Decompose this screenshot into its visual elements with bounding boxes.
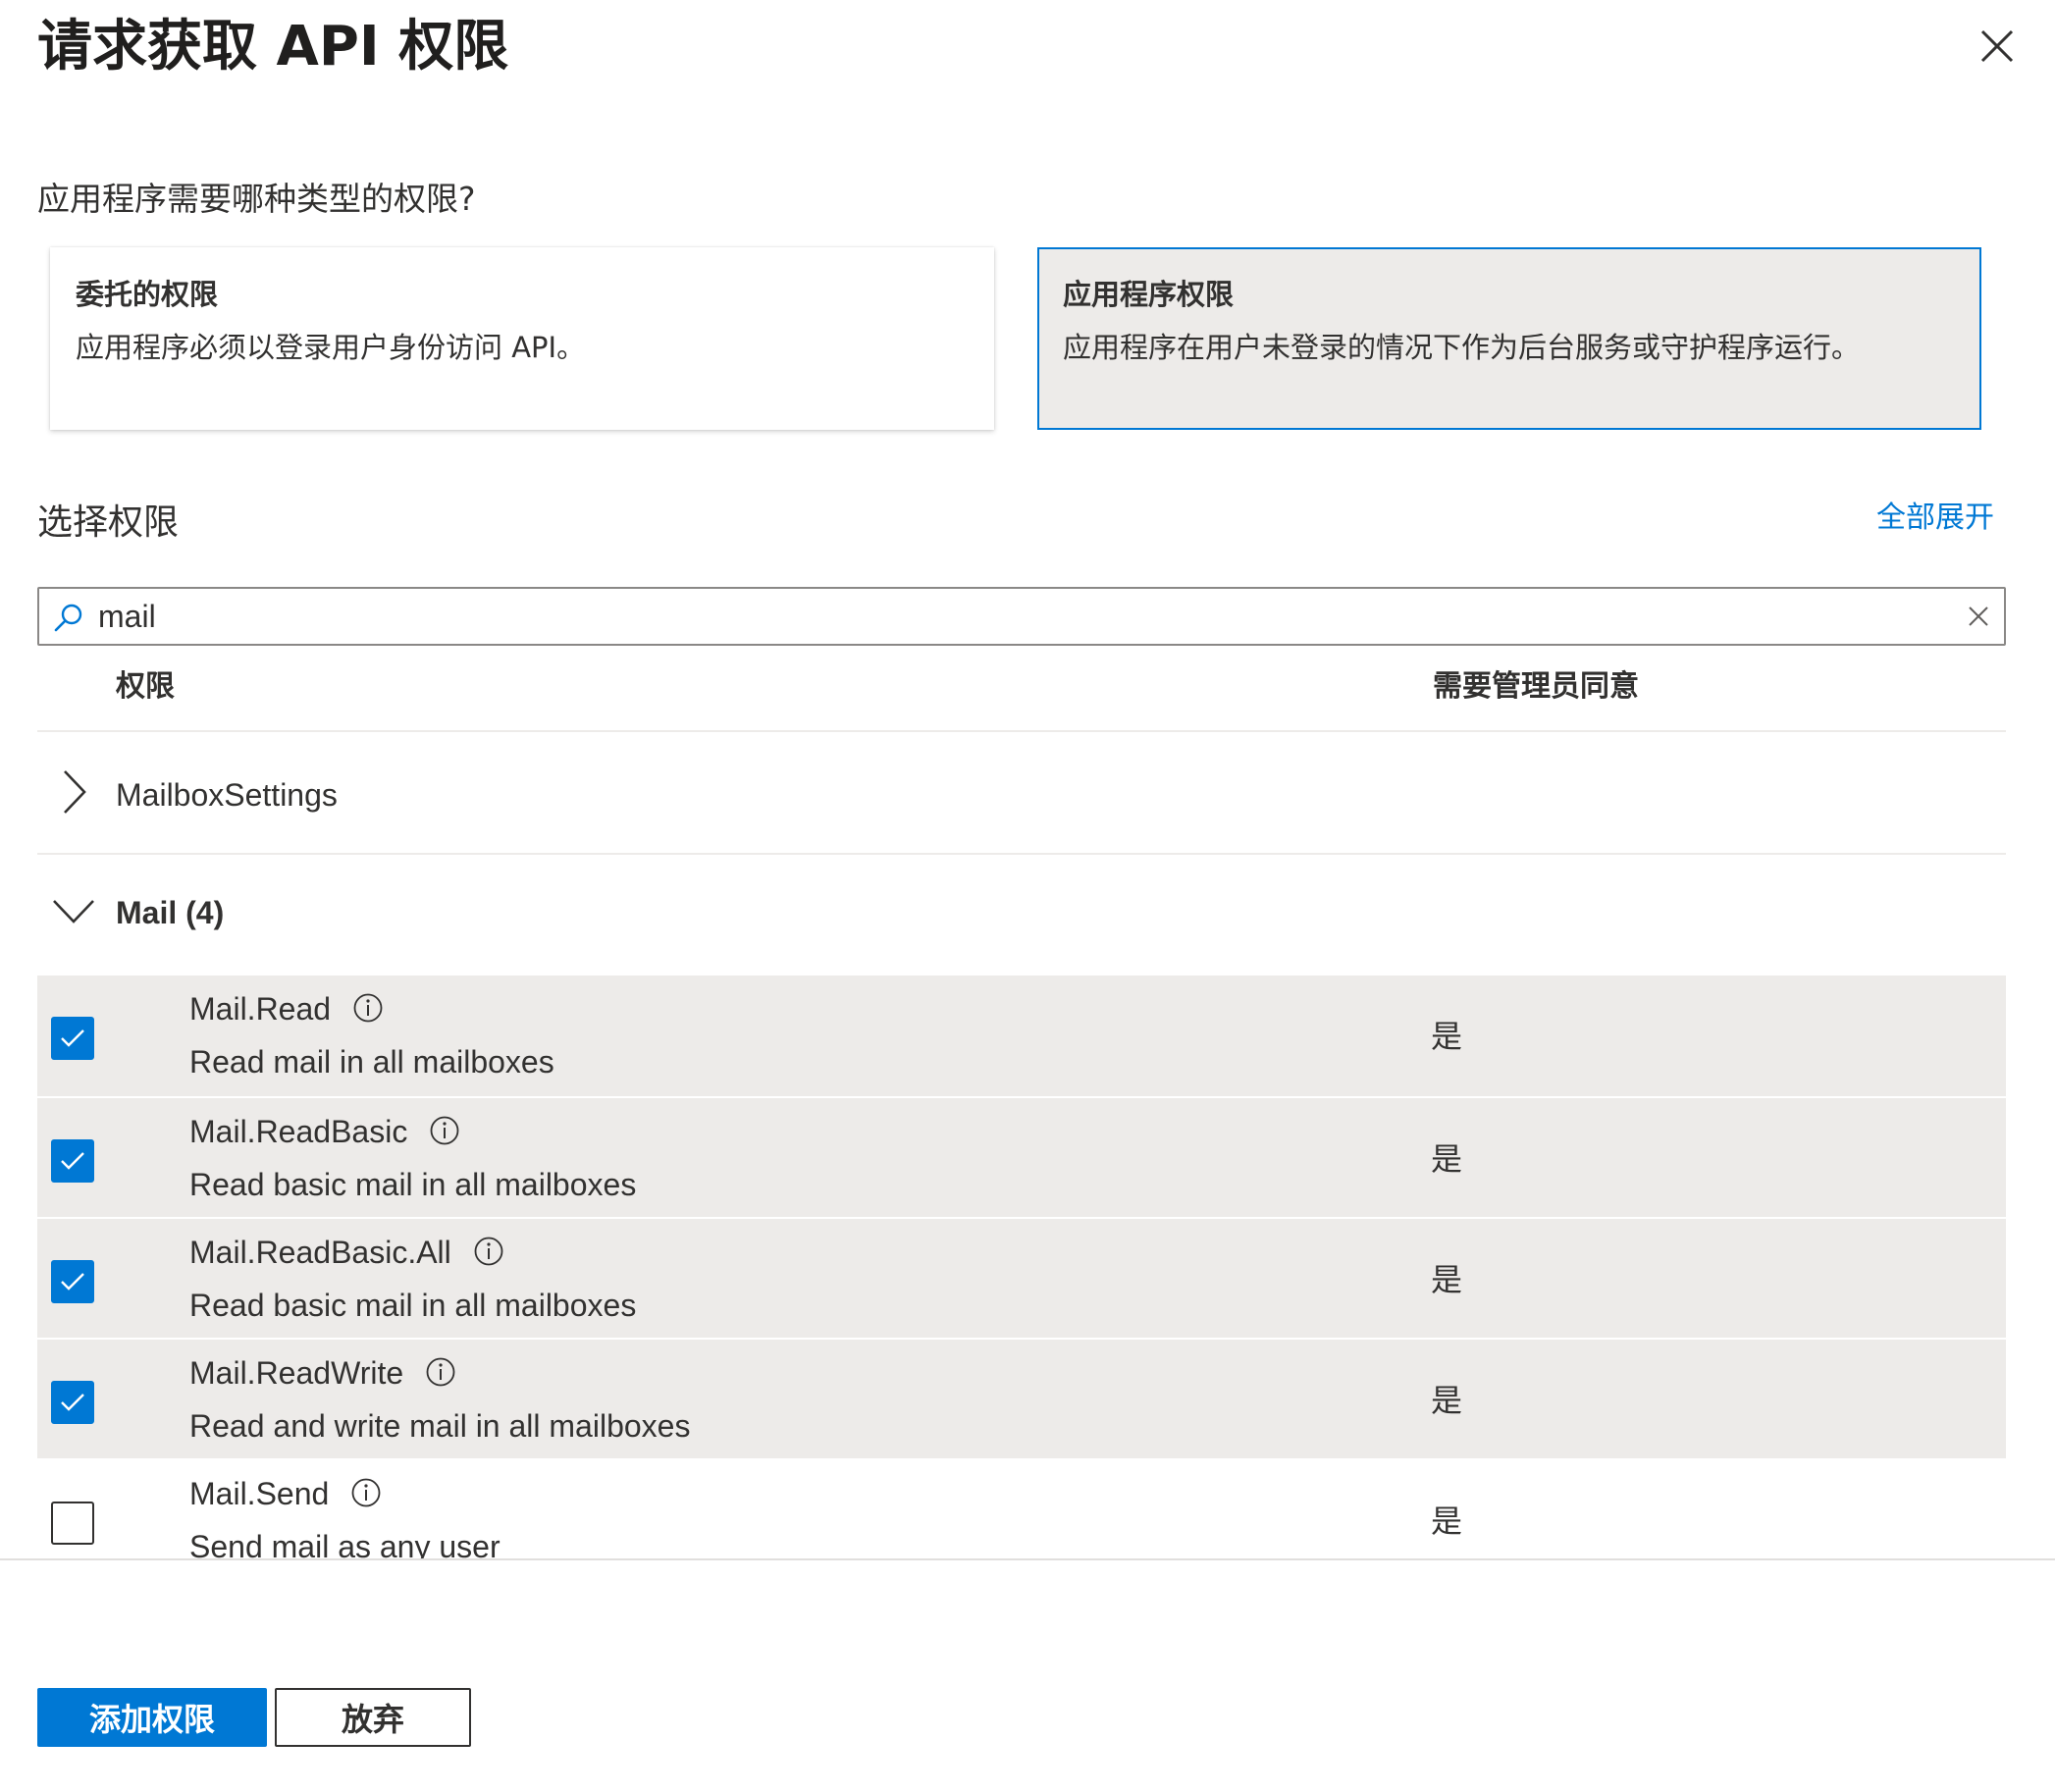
admin-consent-value: 是 xyxy=(1431,1382,1463,1419)
card-description: 应用程序在用户未登录的情况下作为后台服务或守护程序运行。 xyxy=(1063,331,1861,364)
panel-title: 请求获取 API 权限 xyxy=(37,15,509,79)
permission-description: Read and write mail in all mailboxes xyxy=(189,1408,691,1444)
checkmark-icon xyxy=(61,1394,84,1411)
permission-search-box xyxy=(37,587,2006,646)
permission-name: Mail.ReadBasic.All xyxy=(189,1235,451,1270)
permission-list[interactable]: Mail.Read Read mail in all mailboxes 是 M… xyxy=(0,975,2055,1560)
discard-button[interactable]: 放弃 xyxy=(275,1688,471,1747)
add-permissions-button[interactable]: 添加权限 xyxy=(37,1688,267,1747)
info-icon[interactable] xyxy=(473,1236,504,1267)
search-input[interactable] xyxy=(98,595,1943,638)
chevron-right-icon xyxy=(64,770,86,814)
admin-consent-value: 是 xyxy=(1431,1502,1463,1540)
close-icon xyxy=(1980,29,2014,63)
search-icon xyxy=(54,604,82,632)
permission-description: Read mail in all mailboxes xyxy=(189,1044,554,1080)
application-permissions-card[interactable]: 应用程序权限 应用程序在用户未登录的情况下作为后台服务或守护程序运行。 xyxy=(1037,247,1981,430)
clear-icon[interactable] xyxy=(1965,603,1992,630)
header-divider xyxy=(37,730,2006,732)
column-header-permission: 权限 xyxy=(116,669,175,704)
permission-row: Mail.ReadBasic Read basic mail in all ma… xyxy=(37,1096,2006,1217)
permission-checkbox[interactable] xyxy=(51,1139,94,1183)
admin-consent-value: 是 xyxy=(1431,1140,1463,1178)
footer-divider xyxy=(0,1558,2055,1560)
card-title: 委托的权限 xyxy=(76,278,219,311)
info-icon[interactable] xyxy=(429,1115,460,1146)
info-icon[interactable] xyxy=(352,992,384,1024)
permission-name-cell: Mail.Read xyxy=(189,987,384,1030)
permission-name-cell: Mail.ReadBasic.All xyxy=(189,1231,504,1274)
card-description: 应用程序必须以登录用户身份访问 API。 xyxy=(76,331,586,364)
permission-name-cell: Mail.Send xyxy=(189,1472,382,1515)
group-mail[interactable]: Mail (4) xyxy=(37,856,2006,972)
close-button[interactable] xyxy=(1975,24,2020,69)
permission-row: Mail.ReadBasic.All Read basic mail in al… xyxy=(37,1217,2006,1338)
permission-checkbox[interactable] xyxy=(51,1017,94,1060)
checkmark-icon xyxy=(61,1029,84,1047)
permission-name: Mail.ReadWrite xyxy=(189,1355,404,1391)
permission-checkbox[interactable] xyxy=(51,1260,94,1303)
permission-type-question: 应用程序需要哪种类型的权限? xyxy=(37,180,476,218)
permission-name-cell: Mail.ReadWrite xyxy=(189,1351,456,1395)
admin-consent-value: 是 xyxy=(1431,1018,1463,1055)
group-label: MailboxSettings xyxy=(116,777,338,813)
info-icon[interactable] xyxy=(350,1477,382,1508)
permission-description: Read basic mail in all mailboxes xyxy=(189,1288,637,1323)
permission-row: Mail.ReadWrite Read and write mail in al… xyxy=(37,1338,2006,1458)
permission-description: Send mail as any user xyxy=(189,1529,501,1560)
expand-all-link[interactable]: 全部展开 xyxy=(1876,497,1994,540)
info-icon[interactable] xyxy=(425,1356,456,1388)
column-header-admin-consent: 需要管理员同意 xyxy=(1433,669,1639,704)
admin-consent-value: 是 xyxy=(1431,1261,1463,1298)
permission-row: Mail.Send Send mail as any user 是 xyxy=(37,1460,2006,1560)
permission-description: Read basic mail in all mailboxes xyxy=(189,1167,637,1202)
group-divider xyxy=(37,853,2006,855)
checkmark-icon xyxy=(61,1152,84,1170)
delegated-permissions-card[interactable]: 委托的权限 应用程序必须以登录用户身份访问 API。 xyxy=(50,247,994,430)
permission-name: Mail.Read xyxy=(189,991,332,1027)
card-title: 应用程序权限 xyxy=(1063,278,1235,311)
select-permissions-heading: 选择权限 xyxy=(37,502,180,543)
permission-name-cell: Mail.ReadBasic xyxy=(189,1110,460,1153)
permission-checkbox[interactable] xyxy=(51,1502,94,1545)
permission-name: Mail.ReadBasic xyxy=(189,1114,408,1149)
permission-checkbox[interactable] xyxy=(51,1381,94,1424)
permission-name: Mail.Send xyxy=(189,1476,330,1511)
permission-row: Mail.Read Read mail in all mailboxes 是 xyxy=(37,975,2006,1096)
group-mailboxsettings[interactable]: MailboxSettings xyxy=(37,736,2006,854)
group-label: Mail (4) xyxy=(116,895,225,930)
checkmark-icon xyxy=(61,1273,84,1291)
chevron-down-icon xyxy=(53,900,94,923)
